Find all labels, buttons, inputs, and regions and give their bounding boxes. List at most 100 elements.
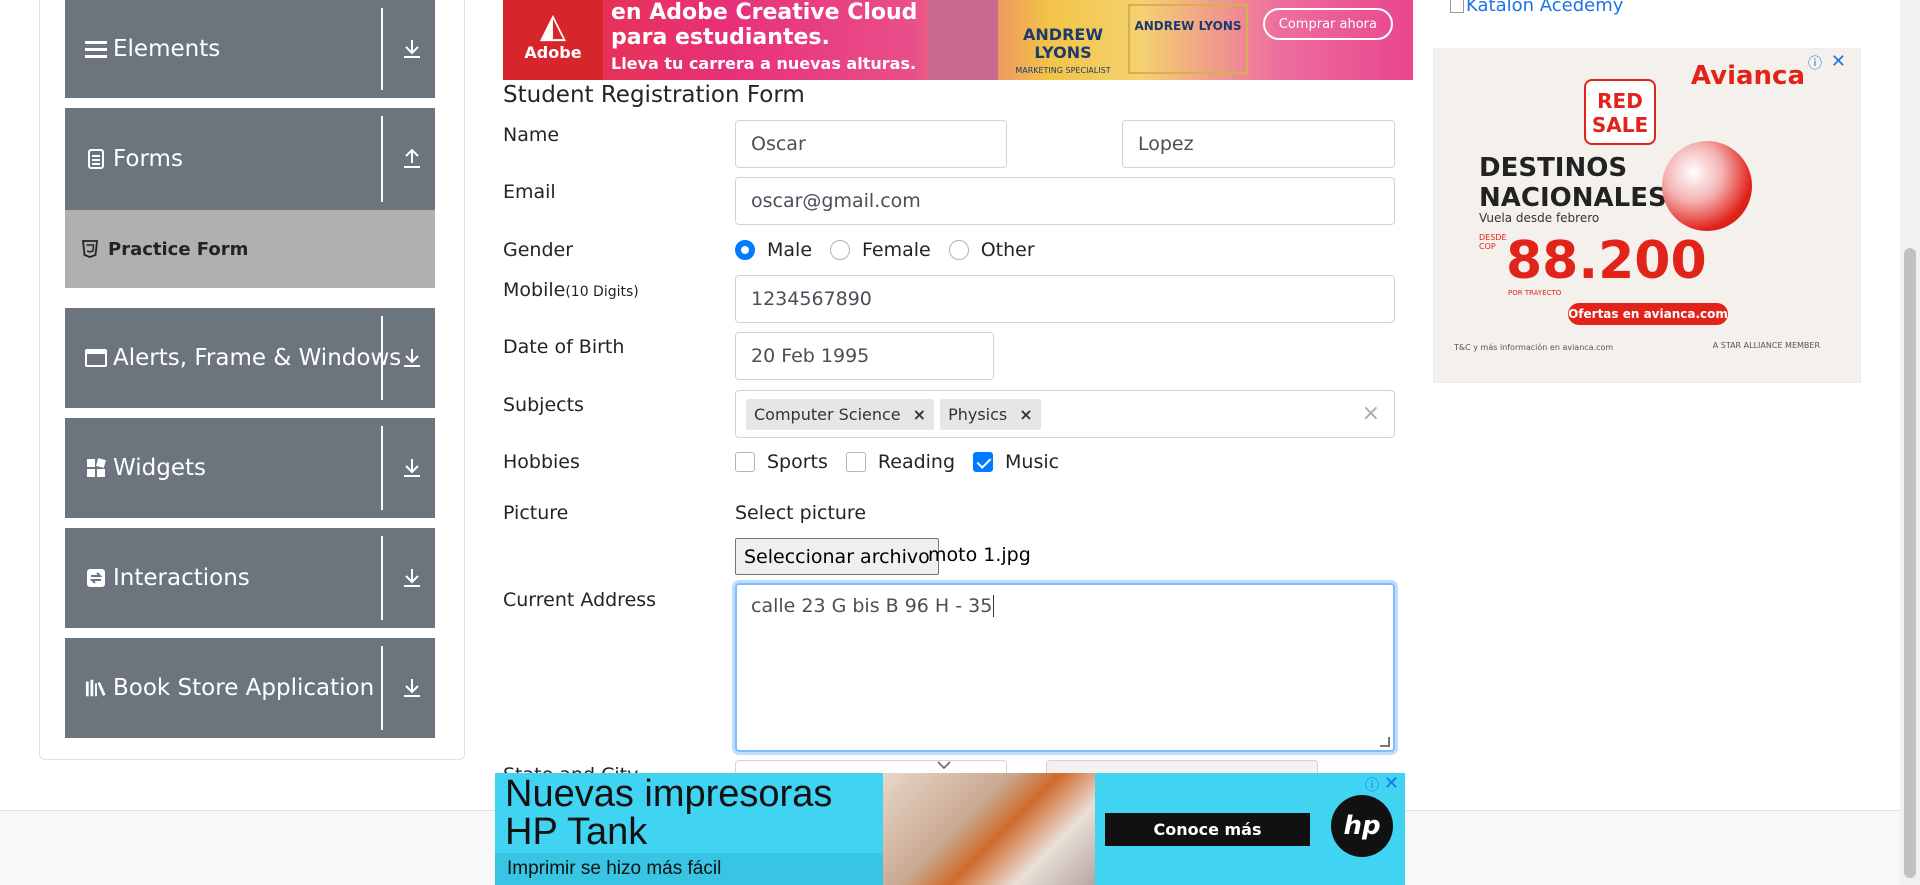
- gender-option-other[interactable]: Other: [948, 239, 1035, 261]
- page: Elements Forms Practice Form Alerts, Fra…: [0, 0, 1920, 885]
- ad-price: 88.200: [1506, 231, 1707, 291]
- hobby-option-music[interactable]: Music: [973, 451, 1059, 473]
- selected-file-name: moto 1.jpg: [928, 544, 1031, 566]
- sidebar-group-alerts[interactable]: Alerts, Frame & Windows: [65, 308, 435, 408]
- sidebar-group-label: Alerts, Frame & Windows: [113, 345, 402, 371]
- top-banner-ad[interactable]: ◭ Adobe en Adobe Creative Cloud para est…: [503, 0, 1413, 80]
- adobe-logo-text: Adobe: [524, 43, 582, 62]
- subject-chip: Physics ×: [940, 398, 1041, 430]
- swap-icon: [85, 567, 107, 589]
- remove-chip-icon[interactable]: ×: [913, 405, 926, 424]
- checkbox-checked[interactable]: [973, 452, 994, 472]
- name-label: Name: [503, 124, 560, 146]
- divider: [381, 8, 383, 90]
- ad-card2-name: ANDREW LYONS: [1134, 19, 1242, 33]
- divider: [381, 116, 383, 202]
- ad-cta-button[interactable]: Conoce más: [1105, 813, 1310, 846]
- star-alliance-text: A STAR ALLIANCE MEMBER: [1712, 341, 1820, 350]
- sidebar-item-practice-form[interactable]: Practice Form: [65, 210, 435, 288]
- email-field[interactable]: oscar@gmail.com: [735, 177, 1395, 225]
- mobile-input[interactable]: 1234567890: [735, 275, 1395, 323]
- price-suffix: POR TRAYECTO: [1508, 289, 1562, 297]
- hp-logo: hp: [1331, 795, 1393, 857]
- ad-info-icon[interactable]: ⓘ: [1808, 53, 1822, 73]
- hobby-option-reading[interactable]: Reading: [845, 451, 956, 473]
- gender-option-female[interactable]: Female: [830, 239, 931, 261]
- sidebar-group-label: Interactions: [113, 565, 250, 591]
- upload-arrow-icon[interactable]: [399, 146, 425, 172]
- ad-card-role: MARKETING SPECIALIST: [1015, 66, 1111, 75]
- clear-all-icon[interactable]: ×: [1362, 401, 1380, 426]
- ad-headline-1: en Adobe Creative Cloud: [611, 0, 918, 25]
- katalon-link-text: Katalon Acedemy: [1466, 0, 1624, 16]
- email-label: Email: [503, 181, 556, 203]
- subjects-label: Subjects: [503, 394, 584, 416]
- hobby-label: Sports: [767, 451, 828, 473]
- current-address-label: Current Address: [503, 589, 657, 611]
- radio-unchecked[interactable]: [948, 240, 969, 260]
- ad-close-icon[interactable]: ✕: [1831, 51, 1846, 72]
- sidebar-group-book-store[interactable]: Book Store Application: [65, 638, 435, 738]
- download-arrow-icon[interactable]: [399, 565, 425, 591]
- divider: [381, 646, 383, 730]
- radio-checked[interactable]: [735, 240, 755, 260]
- subjects-input[interactable]: Computer Science × Physics × ×: [735, 390, 1395, 438]
- document-icon: [85, 148, 107, 170]
- ad-photo-image: [883, 773, 1095, 885]
- subject-chip-label: Computer Science: [754, 404, 901, 424]
- divider: [381, 536, 383, 620]
- adobe-mark-icon: ◭: [539, 6, 567, 46]
- ad-cta-button[interactable]: Comprar ahora: [1262, 8, 1393, 40]
- date-of-birth-input[interactable]: 20 Feb 1995: [735, 332, 994, 380]
- scrollbar-thumb[interactable]: [1904, 248, 1916, 878]
- sidebar-group-elements[interactable]: Elements: [65, 0, 435, 98]
- current-address-value: calle 23 G bis B 96 H - 35: [751, 595, 993, 617]
- resize-handle-icon[interactable]: [1380, 737, 1390, 747]
- hobby-label: Reading: [877, 451, 956, 473]
- html5-icon: [81, 240, 99, 258]
- picture-label: Picture: [503, 502, 569, 524]
- ad-headline: Nuevas impresoras HP Tank: [505, 775, 832, 851]
- ad-cta-button[interactable]: Ofertas en avianca.com: [1568, 303, 1728, 325]
- ad-headline: DESTINOS NACIONALES: [1479, 153, 1667, 213]
- download-arrow-icon[interactable]: [399, 36, 425, 62]
- chevron-down-icon: [937, 761, 951, 770]
- last-name-input[interactable]: Lopez: [1122, 120, 1395, 168]
- choose-file-button[interactable]: Seleccionar archivo: [735, 538, 939, 575]
- download-arrow-icon[interactable]: [399, 345, 425, 371]
- first-name-input[interactable]: Oscar: [735, 120, 1007, 168]
- sidebar-group-interactions[interactable]: Interactions: [65, 528, 435, 628]
- checkbox-unchecked[interactable]: [845, 452, 866, 472]
- sidebar-group-forms[interactable]: Forms: [65, 108, 435, 210]
- sidebar-group-label: Widgets: [113, 455, 206, 481]
- hobby-option-sports[interactable]: Sports: [735, 451, 828, 473]
- bottom-banner-ad[interactable]: Nuevas impresoras HP Tank Imprimir se hi…: [495, 773, 1405, 885]
- radio-unchecked[interactable]: [830, 240, 851, 260]
- red-sale-badge: RED SALE: [1584, 79, 1656, 145]
- mobile-label: Mobile(10 Digits): [503, 279, 639, 301]
- ad-tagline: Imprimir se hizo más fácil: [495, 853, 883, 885]
- remove-chip-icon[interactable]: ×: [1019, 405, 1032, 424]
- current-address-textarea[interactable]: calle 23 G bis B 96 H - 35: [735, 583, 1395, 752]
- page-scrollbar[interactable]: [1900, 0, 1920, 885]
- ad-headline-line-1: Nuevas impresoras: [505, 773, 833, 815]
- download-arrow-icon[interactable]: [399, 455, 425, 481]
- sidebar-group-widgets[interactable]: Widgets: [65, 418, 435, 518]
- ad-close-icon[interactable]: ✕: [1384, 773, 1399, 794]
- avianca-logo: Avianca: [1690, 61, 1805, 91]
- katalon-ad-link[interactable]: Katalon Acedemy: [1450, 0, 1623, 16]
- ad-info-icon[interactable]: ⓘ: [1365, 775, 1379, 795]
- text-cursor: [993, 595, 995, 617]
- right-side-ad[interactable]: ⓘ ✕ Avianca RED SALE DESTINOS NACIONALES…: [1433, 48, 1861, 383]
- subject-chip: Computer Science ×: [746, 398, 935, 430]
- gender-option-label: Other: [980, 239, 1035, 261]
- list-icon: [85, 38, 107, 60]
- sidebar-group-label: Elements: [113, 36, 221, 62]
- hobbies-label: Hobbies: [503, 451, 580, 473]
- checkbox-unchecked[interactable]: [735, 452, 755, 472]
- download-arrow-icon[interactable]: [399, 675, 425, 701]
- gender-option-male[interactable]: Male: [735, 239, 812, 261]
- ad-name-card: ANDREW LYONS MARKETING SPECIALIST: [1003, 8, 1123, 76]
- mobile-label-text: Mobile: [503, 279, 566, 301]
- gender-option-label: Male: [767, 239, 813, 261]
